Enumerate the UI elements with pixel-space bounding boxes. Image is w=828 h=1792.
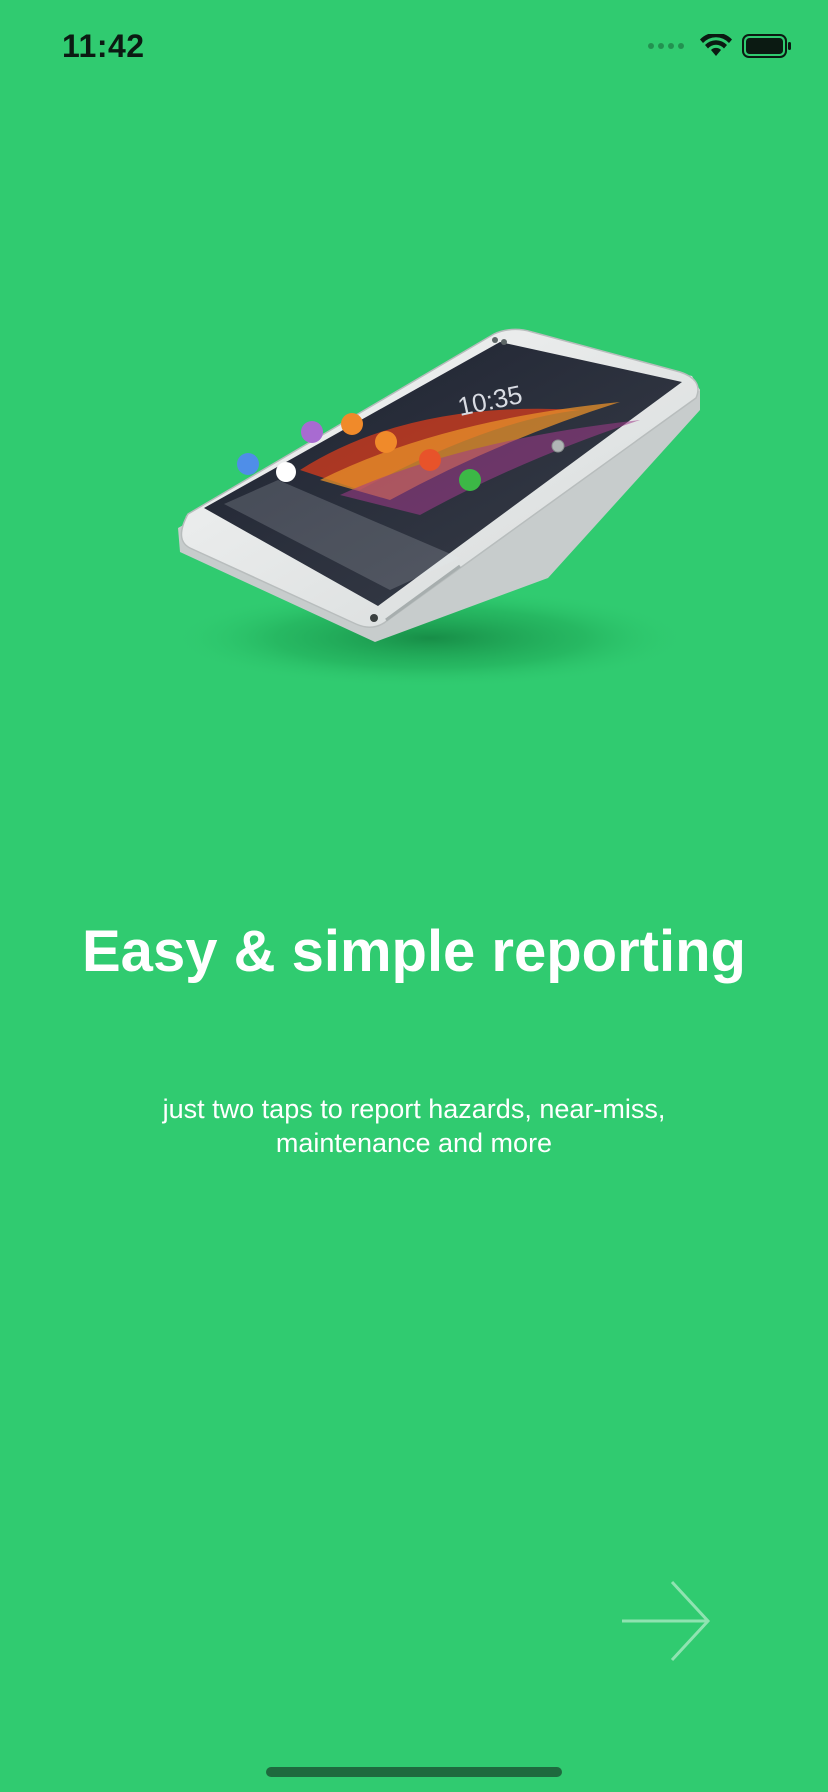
battery-icon — [742, 34, 791, 58]
page-title: Easy & simple reporting — [82, 919, 746, 984]
next-button[interactable] — [616, 1574, 716, 1668]
arrow-right-icon — [622, 1580, 711, 1662]
smartphone-illustration: 10:35 — [160, 320, 700, 700]
home-indicator[interactable] — [266, 1767, 562, 1777]
status-icons — [648, 34, 792, 58]
status-bar: 11:42 — [0, 0, 828, 100]
status-time: 11:42 — [62, 28, 145, 64]
signal-icon — [648, 43, 684, 49]
page-subtitle: just two taps to report hazards, near-mi… — [162, 1094, 666, 1158]
wifi-icon — [700, 34, 732, 56]
